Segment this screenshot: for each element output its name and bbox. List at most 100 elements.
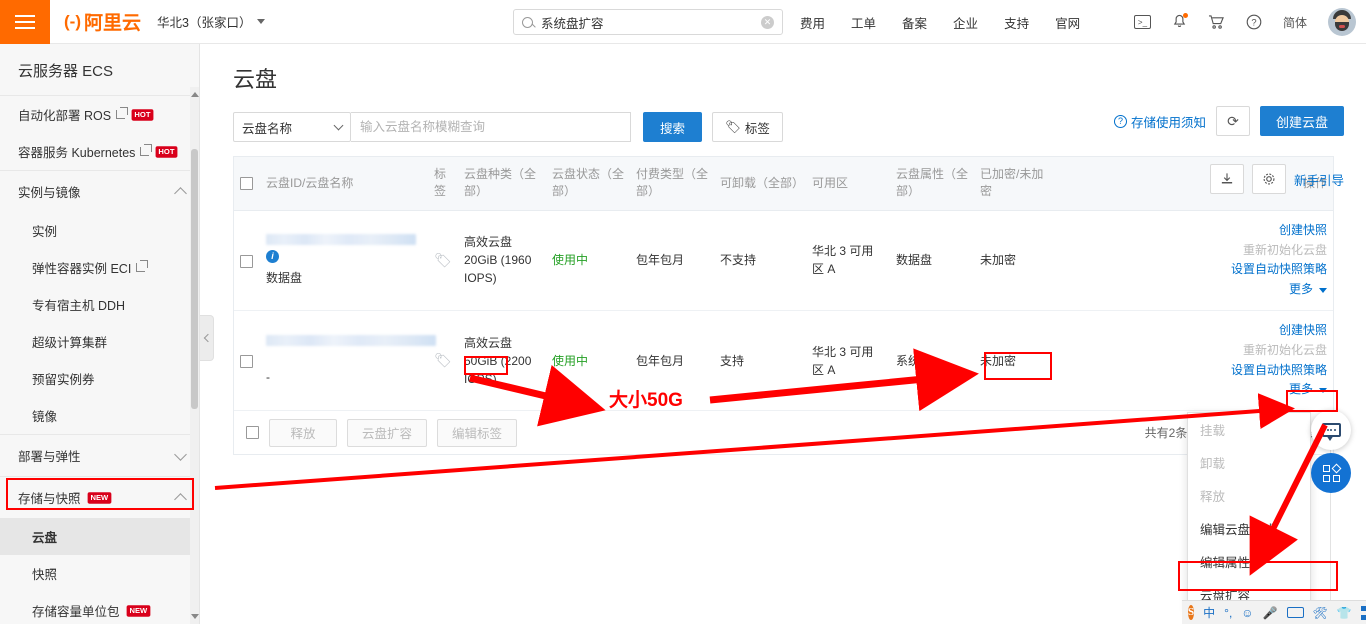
- sidebar-group-instances[interactable]: 实例与镜像: [0, 170, 199, 212]
- cell-status: 使用中: [546, 210, 630, 311]
- nav-link-enterprise[interactable]: 企业: [953, 13, 978, 32]
- auto-snapshot-policy-link[interactable]: 设置自动快照策略: [1064, 361, 1327, 381]
- refresh-icon[interactable]: ⟳: [1215, 106, 1250, 136]
- table-footer: 释放 云盘扩容 编辑标签 共有2条, 每页显示： 20 条: [233, 411, 1334, 456]
- ime-toolbar: S 中 °, ☺ 🎤 🛠 👕: [1182, 600, 1366, 624]
- nav-link-fee[interactable]: 费用: [800, 13, 825, 32]
- storage-notice-link[interactable]: ? 存储使用须知: [1113, 112, 1206, 131]
- scroll-up-arrow-icon[interactable]: [191, 92, 199, 97]
- clear-icon[interactable]: ✕: [761, 15, 774, 29]
- more-actions-link[interactable]: 更多: [1064, 280, 1327, 300]
- masked-disk-id: [266, 335, 436, 347]
- language-selector[interactable]: 简体: [1283, 14, 1307, 31]
- create-snapshot-link[interactable]: 创建快照: [1064, 221, 1327, 241]
- sidebar-group-deployment[interactable]: 部署与弹性: [0, 434, 199, 476]
- global-search-box[interactable]: ✕: [513, 9, 783, 35]
- tools-icon[interactable]: 🛠: [1313, 606, 1328, 620]
- sidebar-item-instance[interactable]: 实例: [0, 212, 199, 249]
- header-disk-attribute[interactable]: 云盘属性（全部）: [890, 157, 974, 211]
- svg-text:?: ?: [1251, 17, 1256, 28]
- sidebar-collapse-handle[interactable]: [200, 315, 214, 361]
- smiley-icon[interactable]: ☺: [1241, 606, 1253, 620]
- create-snapshot-link[interactable]: 创建快照: [1064, 321, 1327, 341]
- cart-icon[interactable]: [1208, 14, 1225, 30]
- sidebar-item-ddh[interactable]: 专有宿主机 DDH: [0, 286, 199, 323]
- menu-item-edit-description[interactable]: 编辑云盘描述: [1188, 512, 1310, 545]
- region-label: 华北3（张家口）: [157, 16, 252, 30]
- row-checkbox[interactable]: [240, 254, 253, 268]
- sidebar-group-label: 部署与弹性: [18, 450, 81, 464]
- cell-tag: 🏷: [428, 310, 458, 412]
- sidebar-item-label: 超级计算集群: [32, 336, 108, 350]
- masked-disk-id: [266, 233, 416, 245]
- top-icon-group: >_ ? 简体: [1133, 0, 1356, 44]
- info-icon[interactable]: i: [266, 249, 279, 263]
- sidebar-scrollbar[interactable]: [190, 87, 199, 624]
- tag-icon[interactable]: 🏷: [434, 352, 452, 368]
- apps-icon[interactable]: [1360, 605, 1366, 620]
- sidebar-item-storage-capacity-unit[interactable]: 存储容量单位包 NEW: [0, 592, 199, 624]
- filter-search-input[interactable]: [351, 112, 631, 142]
- hot-badge: HOT: [131, 108, 154, 121]
- apps-grid-icon[interactable]: [1311, 453, 1351, 493]
- footer-select-all-checkbox[interactable]: [246, 426, 259, 440]
- sidebar-item-cloud-disk[interactable]: 云盘: [0, 518, 199, 555]
- beginner-guide-link[interactable]: 新手引导: [1294, 170, 1344, 189]
- gear-icon[interactable]: [1251, 164, 1286, 194]
- terminal-icon[interactable]: >_: [1133, 15, 1151, 29]
- mic-icon[interactable]: 🎤: [1263, 606, 1278, 620]
- row-checkbox[interactable]: [240, 354, 253, 368]
- sidebar-item-reserved-instance[interactable]: 预留实例券: [0, 360, 199, 397]
- sidebar-item-eci[interactable]: 弹性容器实例 ECI: [0, 249, 199, 286]
- tag-filter-button[interactable]: 🏷 标签: [712, 112, 783, 142]
- keyboard-icon[interactable]: [1286, 607, 1304, 618]
- sidebar-item-snapshot[interactable]: 快照: [0, 555, 199, 592]
- ime-punctuation-mode[interactable]: °,: [1224, 606, 1232, 620]
- global-search-input[interactable]: [541, 15, 761, 29]
- sidebar-item-ros[interactable]: 自动化部署 ROS HOT: [0, 96, 199, 133]
- scroll-down-arrow-icon[interactable]: [191, 614, 199, 619]
- header-pay-type[interactable]: 付费类型（全部）: [630, 157, 714, 211]
- cell-disk-kind: 高效云盘 20GiB (1960 IOPS): [458, 210, 546, 311]
- aliyun-logo[interactable]: (-) 阿里云: [64, 8, 141, 35]
- skin-icon[interactable]: 👕: [1337, 606, 1352, 620]
- avatar[interactable]: [1328, 8, 1356, 36]
- chevron-down-icon: [257, 19, 266, 24]
- cell-encryption: 未加密: [974, 210, 1058, 311]
- nav-link-website[interactable]: 官网: [1055, 13, 1080, 32]
- table-row: i 数据盘 🏷 高效云盘 20GiB (1960 IOPS) 使用中 包年包月 …: [234, 210, 1333, 311]
- sidebar-item-scc[interactable]: 超级计算集群: [0, 323, 199, 360]
- chat-bubble-icon[interactable]: [1311, 410, 1351, 450]
- create-disk-button[interactable]: 创建云盘: [1259, 106, 1344, 136]
- filter-type-select[interactable]: 云盘名称: [233, 112, 351, 142]
- menu-item-detach: 卸载: [1200, 457, 1226, 471]
- region-selector[interactable]: 华北3（张家口）: [157, 12, 266, 31]
- sidebar-item-label: 容器服务 Kubernetes: [18, 146, 136, 160]
- hot-badge: HOT: [155, 145, 178, 158]
- ime-chinese-mode[interactable]: 中: [1203, 604, 1215, 621]
- hamburger-menu-button[interactable]: [0, 0, 50, 44]
- sidebar-item-kubernetes[interactable]: 容器服务 Kubernetes HOT: [0, 133, 199, 170]
- bell-icon[interactable]: [1172, 13, 1188, 30]
- nav-link-ticket[interactable]: 工单: [851, 13, 876, 32]
- select-all-checkbox[interactable]: [240, 177, 253, 191]
- help-icon[interactable]: ?: [1246, 14, 1262, 30]
- scrollbar-thumb[interactable]: [191, 149, 198, 409]
- search-button[interactable]: 搜索: [643, 112, 703, 142]
- disk-name: -: [266, 370, 270, 385]
- header-disk-kind[interactable]: 云盘种类（全部）: [458, 157, 546, 211]
- nav-link-support[interactable]: 支持: [1004, 13, 1029, 32]
- header-detachable[interactable]: 可卸载（全部）: [714, 157, 806, 211]
- auto-snapshot-policy-link[interactable]: 设置自动快照策略: [1064, 260, 1327, 280]
- chevron-down-icon: [333, 120, 344, 131]
- table-header-row: 云盘ID/云盘名称 标签 云盘种类（全部） 云盘状态（全部） 付费类型（全部） …: [234, 157, 1333, 211]
- export-icon[interactable]: [1209, 164, 1244, 194]
- header-disk-status[interactable]: 云盘状态（全部）: [546, 157, 630, 211]
- tag-icon[interactable]: 🏷: [434, 252, 452, 268]
- nav-link-icp[interactable]: 备案: [902, 13, 927, 32]
- cell-operations: 创建快照 重新初始化云盘 设置自动快照策略 更多: [1058, 210, 1333, 311]
- tag-filter-label: 标签: [744, 121, 770, 136]
- page-header-actions: ? 存储使用须知 ⟳ 创建云盘: [1113, 106, 1344, 136]
- sidebar-item-image[interactable]: 镜像: [0, 397, 199, 434]
- sogou-logo-icon[interactable]: S: [1188, 605, 1195, 620]
